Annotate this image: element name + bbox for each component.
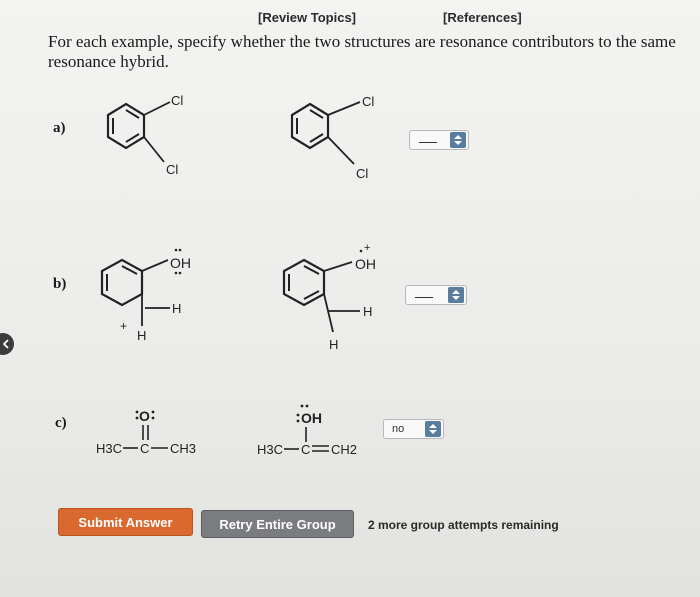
- positive-charge-label: +: [364, 242, 370, 254]
- structure-b-left: OH H H +: [100, 248, 191, 343]
- structure-c-right: OH H3C C CH2: [257, 404, 357, 457]
- methyl-left-label: H3C: [96, 441, 122, 456]
- empty-selection: [419, 141, 437, 143]
- methylene-label: CH2: [331, 442, 357, 457]
- example-b-label: b): [53, 276, 67, 292]
- methyl-right-label: CH3: [170, 441, 196, 456]
- empty-selection: [415, 296, 433, 298]
- retry-entire-group-button[interactable]: Retry Entire Group: [201, 510, 354, 538]
- question-page: [Review Topics] [References] For each ex…: [0, 0, 700, 597]
- updown-chevron-icon: [450, 132, 466, 148]
- carbonyl-oxygen-label: O: [139, 408, 150, 424]
- structure-a-left: Cl Cl: [106, 93, 183, 177]
- updown-chevron-icon: [425, 421, 441, 437]
- positive-charge-label: +: [120, 319, 127, 333]
- selected-value: no: [392, 423, 405, 435]
- attempts-remaining-text: 2 more group attempts remaining: [368, 518, 559, 532]
- submit-answer-button[interactable]: Submit Answer: [58, 508, 193, 536]
- structure-c-left: O H3C C CH3: [96, 408, 196, 456]
- carbon-label: C: [301, 442, 310, 457]
- example-c-label: c): [55, 415, 67, 431]
- hydroxyl-label: OH: [355, 256, 376, 272]
- methyl-left-label: H3C: [257, 442, 283, 457]
- header-links: [Review Topics] [References]: [0, 10, 700, 30]
- chlorine-bottom-label: Cl: [356, 166, 368, 181]
- hydrogen-bottom-label: H: [137, 328, 146, 343]
- chlorine-bottom-label: Cl: [166, 162, 178, 177]
- references-link[interactable]: [References]: [443, 10, 522, 25]
- answer-select-b[interactable]: [405, 285, 467, 305]
- answer-select-a[interactable]: [409, 130, 469, 150]
- hydroxyl-label: OH: [301, 410, 322, 426]
- chevron-left-icon: [2, 339, 9, 349]
- answer-select-c[interactable]: no: [383, 419, 444, 439]
- chlorine-top-label: Cl: [171, 93, 183, 108]
- structure-b-right: OH + H H: [282, 242, 376, 352]
- hydrogen-right-label: H: [363, 304, 372, 319]
- updown-chevron-icon: [448, 287, 464, 303]
- question-text: For each example, specify whether the tw…: [48, 32, 676, 71]
- carbon-label: C: [140, 441, 149, 456]
- review-topics-link[interactable]: [Review Topics]: [258, 10, 356, 25]
- side-nav-tab[interactable]: [0, 333, 14, 355]
- hydrogen-bottom-label: H: [329, 337, 338, 352]
- hydrogen-right-label: H: [172, 301, 181, 316]
- structure-a-right: Cl Cl: [290, 94, 374, 181]
- example-a-label: a): [53, 120, 66, 136]
- hydroxyl-label: OH: [170, 255, 191, 271]
- chlorine-top-label: Cl: [362, 94, 374, 109]
